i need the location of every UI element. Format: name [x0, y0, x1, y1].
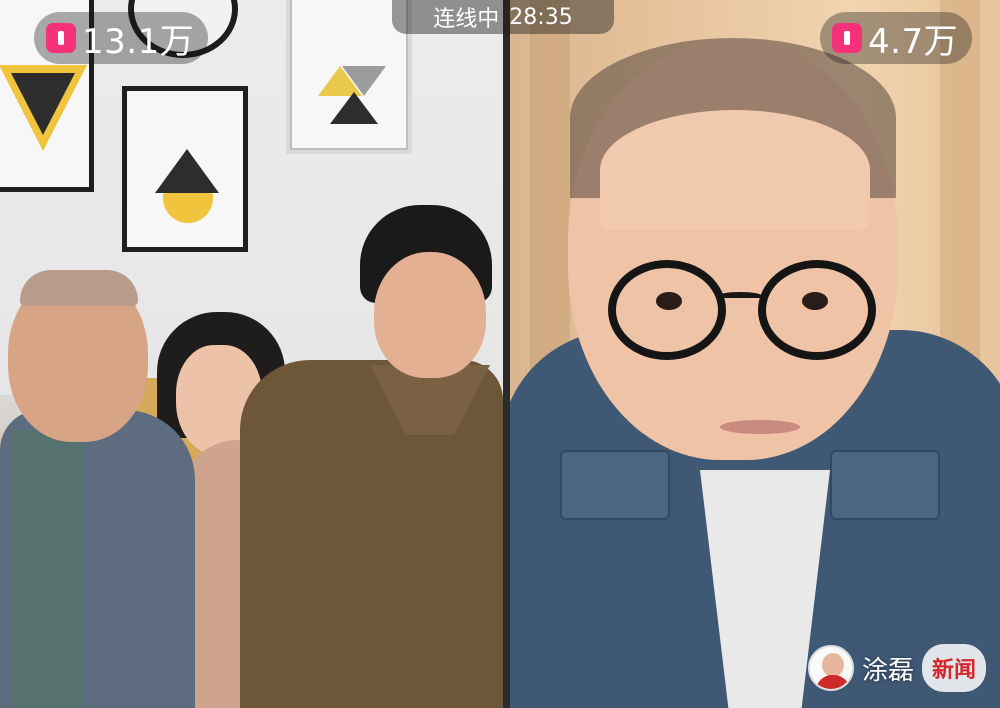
viewer-count-left: 13.1万 — [82, 21, 195, 62]
host-eye — [656, 292, 682, 310]
host-video-feed — [510, 0, 1000, 708]
host-mouth — [720, 420, 800, 434]
host-eye — [802, 292, 828, 310]
channel-watermark: 涂磊 新闻 — [808, 640, 987, 696]
split-divider — [503, 0, 510, 708]
glasses-icon — [608, 260, 726, 360]
host-avatar — [808, 645, 854, 691]
viewer-count-badge-left[interactable]: 13.1万 — [34, 12, 209, 64]
link-status-label: 连线中 — [433, 7, 500, 32]
link-status-bar: 连线中 28:35 — [392, 0, 614, 34]
host-forehead — [600, 110, 870, 230]
host-name: 涂磊 — [862, 655, 915, 686]
popularity-icon — [832, 23, 862, 53]
viewer-count-badge-right[interactable]: 4.7万 — [820, 12, 973, 64]
viewer-count-right: 4.7万 — [868, 21, 959, 62]
news-logo: 新闻 — [922, 644, 987, 692]
video-call-screen: 13.1万 连线中 28:35 4.7万 涂磊 新闻 — [0, 0, 1000, 708]
glasses-icon — [758, 260, 876, 360]
popularity-icon — [46, 23, 76, 53]
wall-art-frame — [122, 86, 248, 252]
link-timer: 28:35 — [509, 4, 573, 30]
glasses-bridge — [718, 292, 762, 300]
guest-video-feed — [0, 0, 503, 708]
